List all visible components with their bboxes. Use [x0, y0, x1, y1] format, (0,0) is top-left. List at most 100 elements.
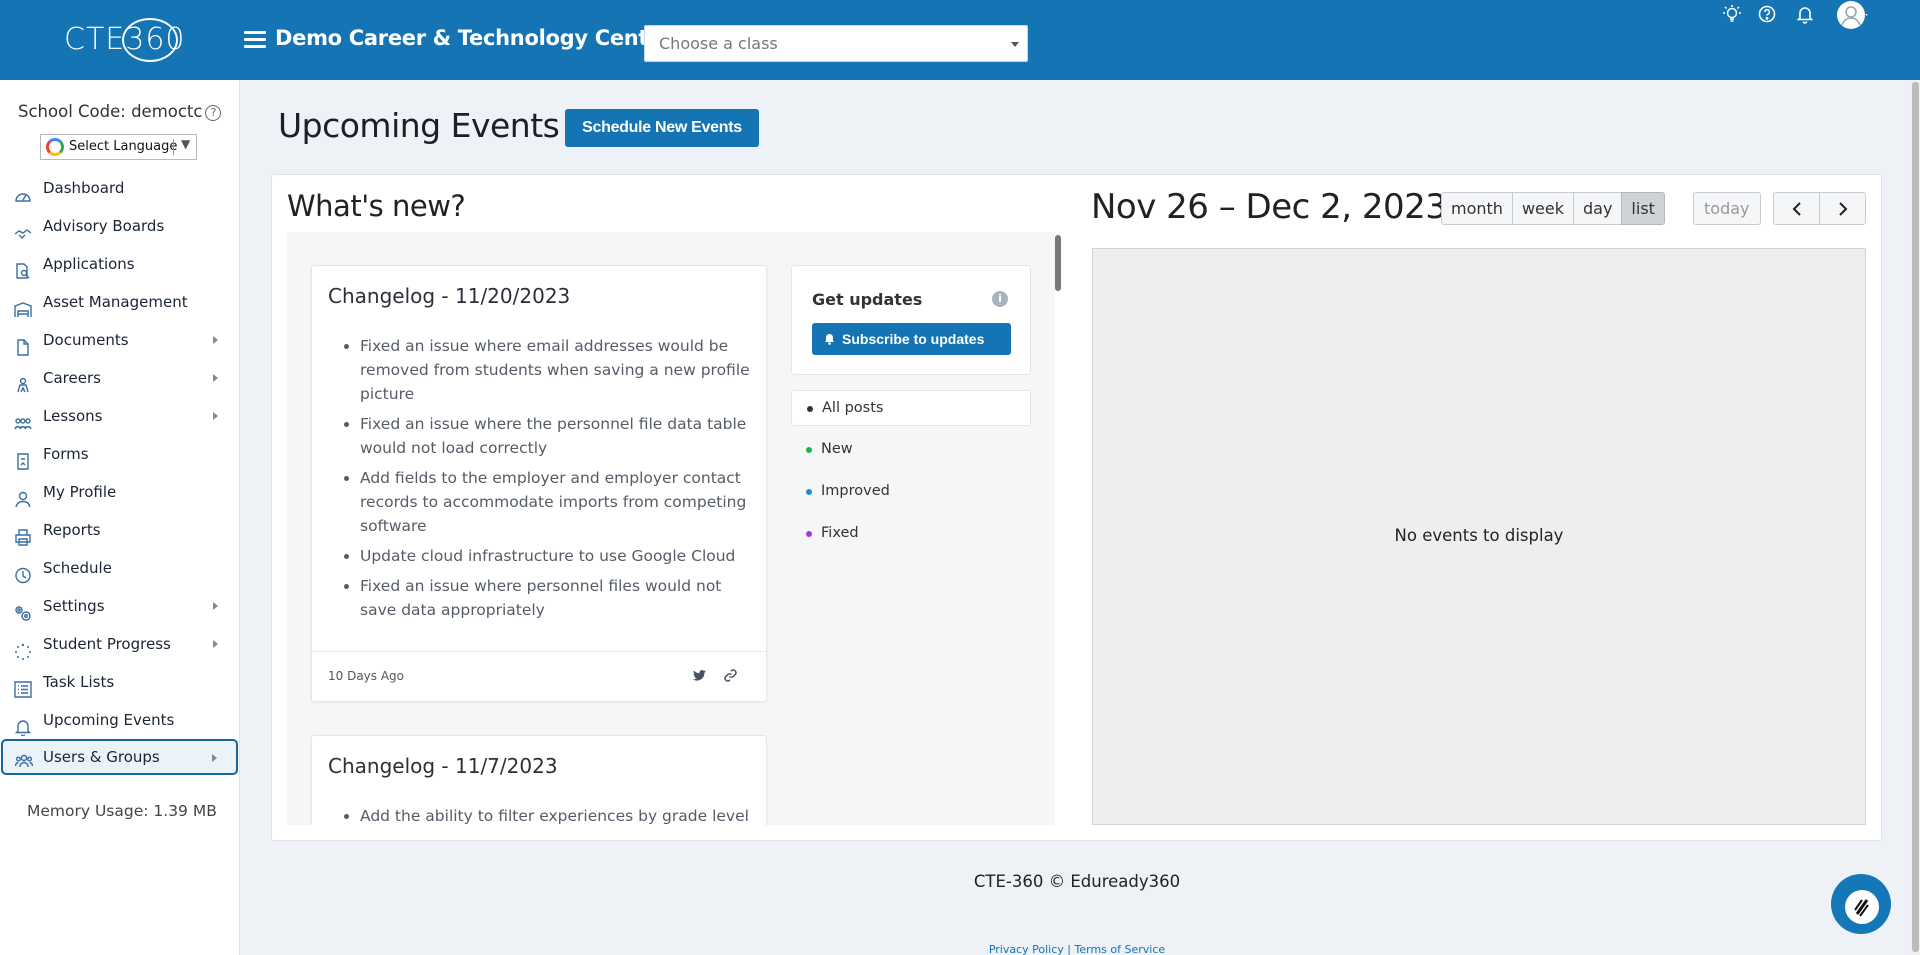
sidebar-nav: Dashboard Advisory Boards Applications A… — [0, 169, 240, 775]
language-select-label: Select Language — [69, 139, 178, 154]
filter-improved[interactable]: Improved — [791, 474, 1031, 510]
filter-label: Fixed — [821, 525, 859, 541]
sidebar-item-documents[interactable]: Documents — [0, 321, 240, 359]
filter-label: All posts — [822, 400, 884, 416]
language-select[interactable]: Select Language ▼ — [40, 134, 197, 160]
sidebar-item-label: My Profile — [43, 483, 117, 501]
gears-icon — [14, 598, 32, 621]
post-title[interactable]: Changelog - 11/7/2023 — [328, 754, 558, 778]
subscribe-button[interactable]: Subscribe to updates — [812, 323, 1011, 355]
filter-dot — [807, 406, 813, 412]
post-title[interactable]: Changelog - 11/20/2023 — [328, 284, 570, 308]
whats-new-feed[interactable]: Changelog - 11/20/2023 Fixed an issue wh… — [287, 232, 1055, 825]
sidebar-item-label: Asset Management — [43, 293, 188, 311]
feed-scroll-thumb[interactable] — [1055, 235, 1061, 291]
footer-links: Privacy Policy | Terms of Service — [242, 943, 1912, 955]
cte360-logo[interactable]: CTE360 — [64, 18, 185, 62]
next-week-button[interactable] — [1819, 192, 1866, 225]
calendar-list-body: No events to display — [1092, 248, 1866, 825]
page-scrollbar[interactable] — [1911, 80, 1920, 955]
calendar-nav-group — [1773, 192, 1866, 225]
school-code-text: School Code: democtc — [18, 102, 203, 121]
view-month-button[interactable]: month — [1441, 192, 1513, 225]
dashboard-gauge-icon — [14, 180, 32, 202]
link-icon[interactable] — [723, 668, 738, 683]
changelog-post: Changelog - 11/7/2023 Add the ability to… — [311, 735, 767, 825]
sidebar-item-careers[interactable]: Careers — [0, 359, 240, 397]
sidebar: School Code: democtc? Select Language ▼ … — [0, 80, 240, 955]
sidebar-item-my-profile[interactable]: My Profile — [0, 473, 240, 511]
document-search-icon — [14, 256, 32, 279]
page-title: Upcoming Events — [278, 106, 560, 145]
today-button[interactable]: today — [1693, 192, 1761, 225]
sidebar-item-lessons[interactable]: Lessons — [0, 397, 240, 435]
sidebar-item-task-lists[interactable]: Task Lists — [0, 663, 240, 701]
sidebar-item-dashboard[interactable]: Dashboard — [0, 169, 240, 207]
sidebar-item-label: Lessons — [43, 407, 103, 425]
sidebar-item-asset-management[interactable]: Asset Management — [0, 283, 240, 321]
career-icon — [14, 370, 32, 393]
lightbulb-icon[interactable] — [1722, 4, 1742, 24]
help-icon[interactable]: ? — [205, 105, 222, 121]
sidebar-item-label: Student Progress — [43, 635, 171, 653]
no-events-message: No events to display — [1394, 526, 1564, 545]
schedule-new-events-button[interactable]: Schedule New Events — [565, 109, 759, 147]
post-footer: 10 Days Ago — [312, 651, 766, 701]
sidebar-item-upcoming-events[interactable]: Upcoming Events — [0, 701, 240, 739]
filter-dot — [806, 489, 812, 495]
handshake-icon — [14, 218, 32, 239]
get-updates-title: Get updates — [812, 290, 923, 309]
previous-week-button[interactable] — [1773, 192, 1820, 225]
avatar[interactable] — [1836, 0, 1870, 30]
sidebar-item-settings[interactable]: Settings — [0, 587, 240, 625]
twitter-icon[interactable] — [692, 668, 707, 683]
sidebar-item-label: Dashboard — [43, 179, 125, 197]
sidebar-item-users-groups[interactable]: Users & Groups — [1, 739, 238, 775]
sidebar-item-advisory-boards[interactable]: Advisory Boards — [0, 207, 240, 245]
filter-label: Improved — [821, 483, 890, 499]
changelog-post: Changelog - 11/20/2023 Fixed an issue wh… — [311, 265, 767, 702]
info-icon[interactable]: i — [992, 291, 1008, 307]
view-list-button[interactable]: list — [1621, 192, 1665, 225]
school-code: School Code: democtc? — [18, 102, 222, 121]
terms-of-service-link[interactable]: Terms of Service — [1075, 943, 1166, 955]
filter-new[interactable]: New — [791, 432, 1031, 468]
chat-launcher-button[interactable] — [1831, 874, 1891, 934]
chevron-down-icon — [1011, 42, 1019, 47]
footer-separator: | — [1067, 943, 1072, 955]
filter-fixed[interactable]: Fixed — [791, 516, 1031, 552]
sidebar-item-label: Documents — [43, 331, 129, 349]
help-icon[interactable] — [1757, 4, 1777, 24]
chevron-right-icon — [213, 374, 218, 382]
view-week-button[interactable]: week — [1511, 192, 1574, 225]
page-scroll-thumb[interactable] — [1912, 82, 1919, 952]
filter-label: New — [821, 441, 853, 457]
chevron-right-icon — [1838, 202, 1847, 216]
sidebar-item-label: Reports — [43, 521, 101, 539]
calendar-range-title: Nov 26 – Dec 2, 2023 — [1091, 187, 1447, 227]
view-day-button[interactable]: day — [1572, 192, 1623, 225]
user-icon — [14, 484, 32, 508]
post-item: Add the ability to filter experiences by… — [360, 804, 752, 825]
chevron-right-icon — [212, 754, 217, 762]
sidebar-item-applications[interactable]: Applications — [0, 245, 240, 283]
bell-icon[interactable] — [1795, 4, 1815, 24]
calendar-view-switcher: month week day list — [1441, 192, 1665, 225]
bell-icon — [14, 712, 32, 737]
privacy-policy-link[interactable]: Privacy Policy — [989, 943, 1064, 955]
menu-toggle-icon[interactable] — [244, 31, 266, 49]
sidebar-item-student-progress[interactable]: Student Progress — [0, 625, 240, 663]
class-select[interactable]: Choose a class — [644, 25, 1028, 62]
feed-scrollbar[interactable] — [1055, 232, 1063, 825]
lessons-icon — [14, 408, 32, 430]
top-bar: CTE360 Demo Career & Technology Center C… — [0, 0, 1920, 80]
organization-name: Demo Career & Technology Center — [275, 26, 673, 50]
sidebar-item-schedule[interactable]: Schedule — [0, 549, 240, 587]
sidebar-item-forms[interactable]: Forms — [0, 435, 240, 473]
filter-all-posts[interactable]: All posts — [791, 390, 1031, 426]
chevron-right-icon — [213, 412, 218, 420]
chevron-right-icon — [213, 602, 218, 610]
whats-new-heading: What's new? — [287, 189, 466, 223]
sidebar-item-reports[interactable]: Reports — [0, 511, 240, 549]
users-icon — [14, 749, 34, 768]
